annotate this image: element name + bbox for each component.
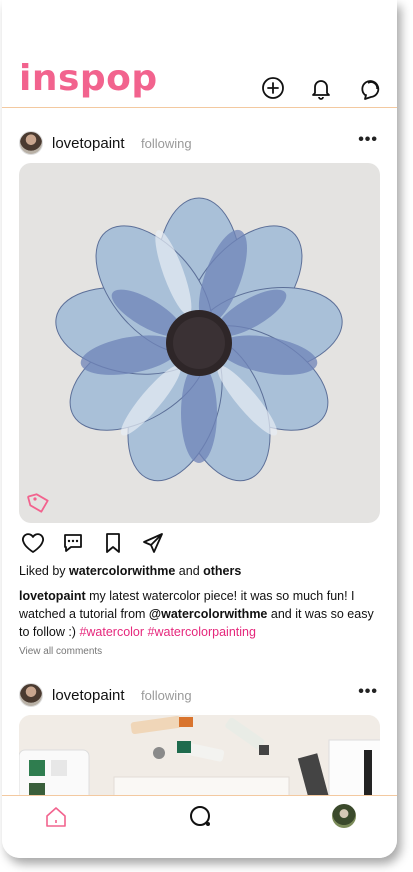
home-icon[interactable] [43,804,69,830]
search-icon[interactable] [188,804,214,830]
likes-and: and [175,564,204,578]
post-image[interactable] [19,163,380,523]
follow-status[interactable]: following [141,688,192,703]
app-header: inspop [2,0,397,108]
phone-frame: inspop lovetopaint following ••• Liked b… [2,0,397,858]
post-caption: lovetopaint my latest watercolor piece! … [19,587,379,641]
post-actions [19,531,179,557]
liked-by-others[interactable]: others [203,564,241,578]
caption-mention[interactable]: @watercolorwithme [149,607,267,621]
bottom-nav [2,795,397,858]
avatar[interactable] [19,131,43,155]
post-header: lovetopaint following ••• [19,683,384,709]
bookmark-icon[interactable] [101,531,125,555]
bell-icon[interactable] [308,75,334,101]
more-options-icon[interactable]: ••• [358,683,378,701]
avatar[interactable] [19,683,43,707]
view-all-comments-link[interactable]: View all comments [19,646,102,657]
more-options-icon[interactable]: ••• [358,131,378,149]
follow-status[interactable]: following [141,136,192,151]
heart-icon[interactable] [21,531,45,555]
post-image[interactable] [19,715,380,805]
tag-icon[interactable] [27,491,51,515]
post-username[interactable]: lovetopaint [52,135,125,152]
comment-icon[interactable] [61,531,85,555]
post-username[interactable]: lovetopaint [52,687,125,704]
profile-avatar[interactable] [332,804,356,828]
send-icon[interactable] [141,531,165,555]
post-header: lovetopaint following ••• [19,131,384,157]
caption-hashtags[interactable]: #watercolor #watercolorpainting [79,625,255,639]
chat-icon[interactable] [356,75,382,101]
app-logo[interactable]: inspop [19,58,158,99]
likes-summary: Liked by watercolorwithme and others [19,564,241,578]
plus-circle-icon[interactable] [260,75,286,101]
likes-prefix: Liked by [19,564,70,578]
liked-by-user[interactable]: watercolorwithme [69,564,175,578]
flower-image [55,197,343,482]
paint-supplies-image [19,715,380,805]
caption-username[interactable]: lovetopaint [19,589,86,603]
